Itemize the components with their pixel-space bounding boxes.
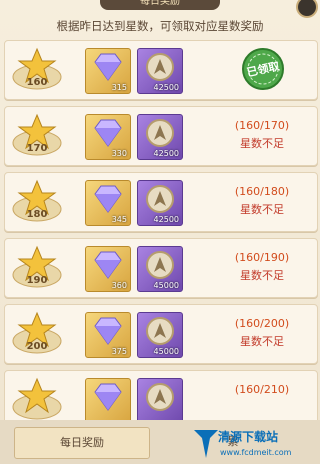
- reward-status: (160/210): [217, 381, 307, 399]
- tab-daily-reward[interactable]: 每日奖励: [14, 427, 150, 459]
- reward-row: 200 375 45000 (160/200) 星数不足: [4, 304, 318, 364]
- diamond-reward[interactable]: [85, 378, 131, 424]
- diamond-reward[interactable]: 315: [85, 48, 131, 94]
- close-button[interactable]: [296, 0, 318, 18]
- star-progress: (160/200): [234, 317, 290, 330]
- diamond-qty: 375: [111, 347, 127, 356]
- coin-reward[interactable]: 42500: [137, 180, 183, 226]
- star-count: 180: [26, 209, 48, 220]
- diamond-icon: [94, 383, 122, 411]
- star-progress: (160/180): [234, 185, 290, 198]
- diamond-icon: [94, 251, 122, 279]
- star-icon: [12, 113, 62, 156]
- diamond-qty: 330: [111, 149, 127, 158]
- star-badge: 190: [11, 243, 63, 295]
- star-badge: 180: [11, 177, 63, 229]
- coin-reward[interactable]: 45000: [137, 246, 183, 292]
- star-icon: [12, 47, 62, 90]
- site-watermark: 清源下载站 www.fcdmeit.com: [192, 424, 320, 464]
- watermark-brand: 清源下载站: [218, 430, 279, 444]
- star-progress: (160/170): [234, 119, 290, 132]
- star-progress: (160/190): [234, 251, 290, 264]
- daily-reward-panel: 每日奖励 根据昨日达到星数，可领取对应星数奖励 160 315 42500 已领…: [0, 0, 320, 464]
- coin-icon: [146, 185, 174, 213]
- watermark-logo-icon: [194, 430, 218, 458]
- diamond-reward[interactable]: 375: [85, 312, 131, 358]
- insufficient-label: 星数不足: [240, 269, 284, 282]
- reward-status: (160/180) 星数不足: [217, 183, 307, 219]
- panel-title: 每日奖励: [100, 0, 220, 10]
- coin-qty: 42500: [153, 215, 179, 224]
- reward-status: (160/190) 星数不足: [217, 249, 307, 285]
- coin-icon: [146, 317, 174, 345]
- coin-reward[interactable]: 45000: [137, 312, 183, 358]
- watermark-url: www.fcdmeit.com: [220, 448, 292, 457]
- reward-row: 160 315 42500 已领取: [4, 40, 318, 100]
- diamond-reward[interactable]: 360: [85, 246, 131, 292]
- coin-qty: 45000: [153, 347, 179, 356]
- diamond-icon: [94, 185, 122, 213]
- star-badge: 200: [11, 309, 63, 361]
- reward-row: 170 330 42500 (160/170) 星数不足: [4, 106, 318, 166]
- insufficient-label: 星数不足: [240, 137, 284, 150]
- star-badge: 160: [11, 45, 63, 97]
- star-count: 170: [26, 143, 48, 154]
- coin-qty: 45000: [153, 281, 179, 290]
- diamond-qty: 345: [111, 215, 127, 224]
- reward-hint: 根据昨日达到星数，可领取对应星数奖励: [56, 19, 264, 33]
- diamond-reward[interactable]: 345: [85, 180, 131, 226]
- star-progress: (160/210): [234, 383, 290, 396]
- insufficient-label: 星数不足: [240, 335, 284, 348]
- reward-status: (160/170) 星数不足: [217, 117, 307, 153]
- star-icon: [12, 311, 62, 354]
- coin-icon: [146, 53, 174, 81]
- star-icon: [12, 245, 62, 288]
- star-count: 160: [26, 77, 48, 88]
- reward-row: 180 345 42500 (160/180) 星数不足: [4, 172, 318, 232]
- star-count: 190: [26, 275, 48, 286]
- diamond-reward[interactable]: 330: [85, 114, 131, 160]
- insufficient-label: 星数不足: [240, 203, 284, 216]
- diamond-qty: 360: [111, 281, 127, 290]
- reward-row: 190 360 45000 (160/190) 星数不足: [4, 238, 318, 298]
- coin-reward[interactable]: 42500: [137, 114, 183, 160]
- star-count: 200: [26, 341, 48, 352]
- star-badge: 170: [11, 111, 63, 163]
- coin-qty: 42500: [153, 149, 179, 158]
- coin-icon: [146, 119, 174, 147]
- star-icon: [12, 179, 62, 222]
- diamond-icon: [94, 53, 122, 81]
- coin-icon: [146, 383, 174, 411]
- claimed-stamp: 已领取: [239, 47, 287, 91]
- coin-reward[interactable]: [137, 378, 183, 424]
- coin-reward[interactable]: 42500: [137, 48, 183, 94]
- diamond-icon: [94, 119, 122, 147]
- coin-qty: 42500: [153, 83, 179, 92]
- reward-status: (160/200) 星数不足: [217, 315, 307, 351]
- diamond-qty: 315: [111, 83, 127, 92]
- diamond-icon: [94, 317, 122, 345]
- coin-icon: [146, 251, 174, 279]
